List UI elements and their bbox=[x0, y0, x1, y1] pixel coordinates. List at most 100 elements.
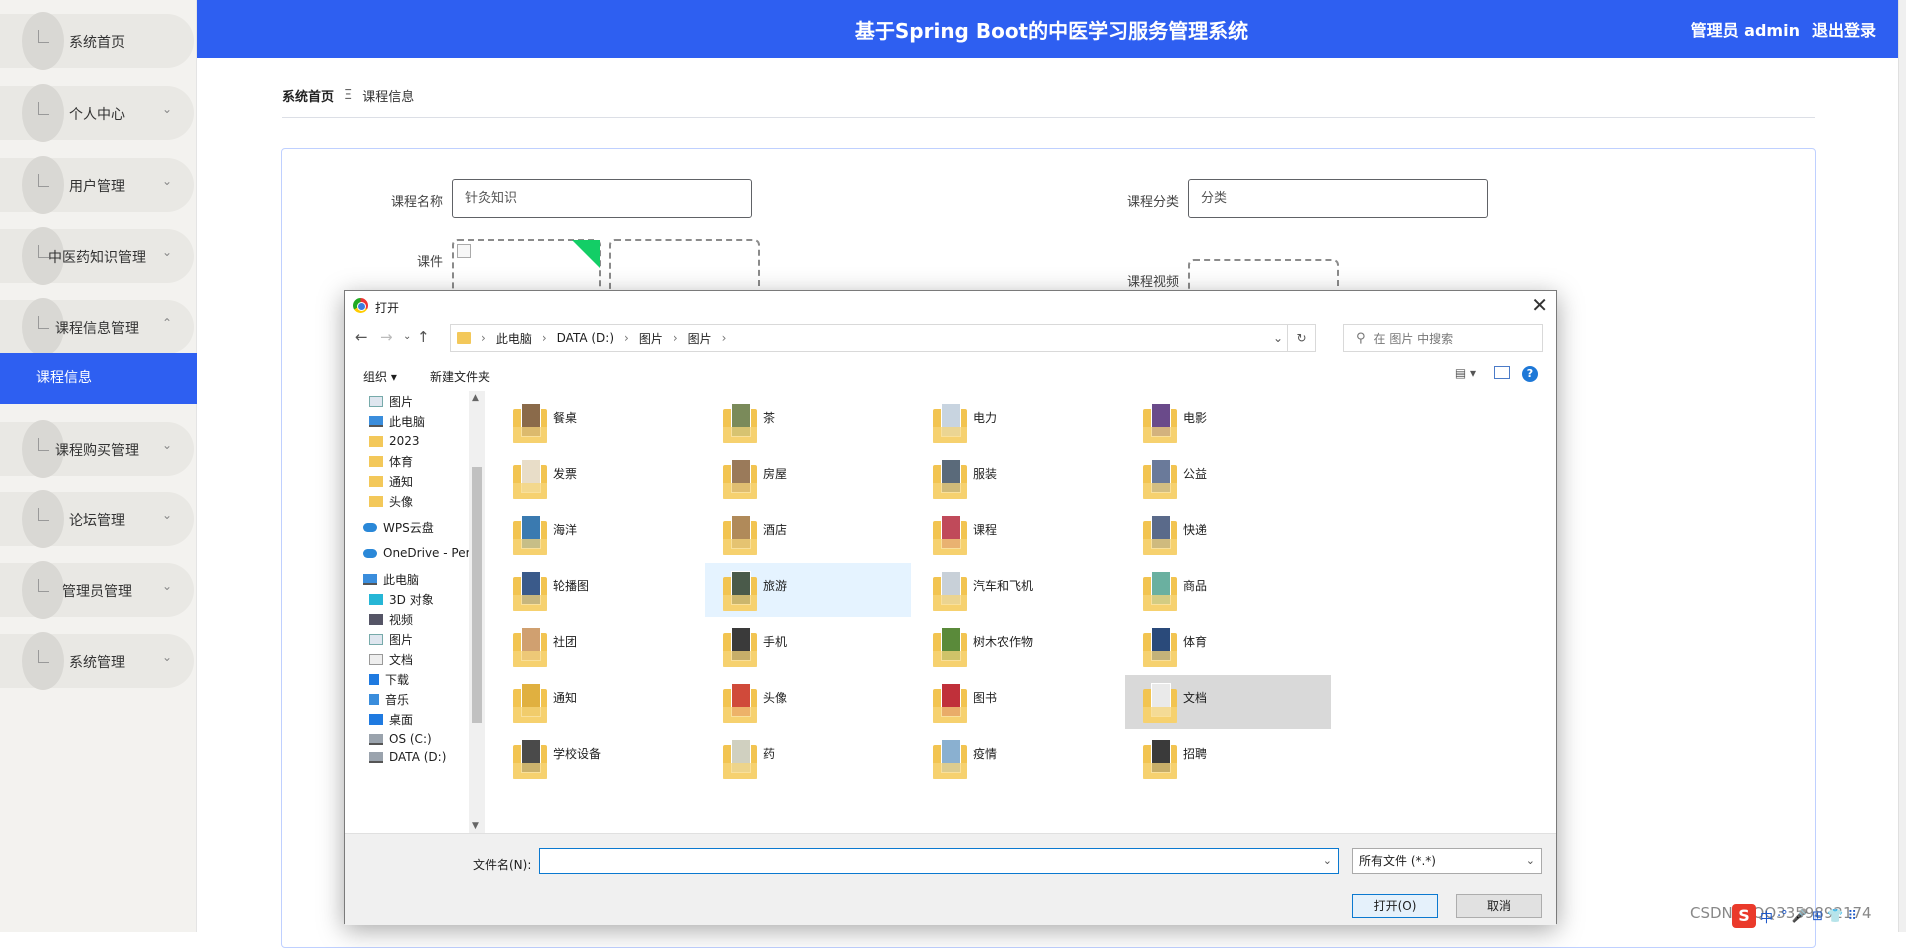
folder-item[interactable]: 药 bbox=[705, 731, 911, 785]
tree-item[interactable]: 下载 bbox=[369, 669, 469, 689]
tree-item[interactable]: 3D 对象 bbox=[369, 589, 469, 609]
folder-item[interactable]: 海洋 bbox=[495, 507, 701, 561]
folder-item[interactable]: 图书 bbox=[915, 675, 1121, 729]
folder-name: 电影 bbox=[1183, 411, 1208, 425]
folder-item[interactable]: 发票 bbox=[495, 451, 701, 505]
tree-item[interactable]: OneDrive - Perso bbox=[363, 543, 469, 563]
sidebar-item-forum[interactable]: 论坛管理 ⌄ bbox=[0, 490, 194, 548]
folder-item[interactable]: 餐桌 bbox=[495, 395, 701, 449]
forward-arrow-icon[interactable]: → bbox=[380, 328, 393, 346]
search-input[interactable]: ⚲ 在 图片 中搜索 bbox=[1343, 324, 1543, 352]
address-bar[interactable]: › 此电脑 › DATA (D:) › 图片 › 图片 › ⌄ ↻ bbox=[450, 324, 1316, 352]
folder-item[interactable]: 招聘 bbox=[1125, 731, 1331, 785]
new-folder-button[interactable]: 新建文件夹 bbox=[430, 368, 490, 385]
breadcrumb-home[interactable]: 系统首页 bbox=[282, 86, 334, 105]
filename-input[interactable]: ⌄ bbox=[539, 848, 1339, 874]
scroll-thumb[interactable] bbox=[472, 467, 482, 723]
sidebar-subitem-course-info[interactable]: 课程信息 bbox=[0, 353, 197, 404]
tree-item[interactable]: 2023 bbox=[369, 431, 469, 451]
tree-item[interactable]: 此电脑📌 bbox=[369, 411, 469, 431]
folder-item[interactable]: 学校设备 bbox=[495, 731, 701, 785]
path-segment[interactable]: 图片 bbox=[639, 330, 663, 347]
tree-item[interactable]: 通知 bbox=[369, 471, 469, 491]
folder-item[interactable]: 汽车和飞机 bbox=[915, 563, 1121, 617]
tree-item[interactable]: WPS云盘 bbox=[363, 517, 469, 537]
tree-item[interactable]: 此电脑 bbox=[363, 569, 469, 589]
folder-item[interactable]: 旅游 bbox=[705, 563, 911, 617]
organize-button[interactable]: 组织 ▾ bbox=[363, 368, 397, 385]
sidebar-item-personal[interactable]: 个人中心 ⌄ bbox=[0, 84, 194, 142]
folder-item[interactable]: 通知 bbox=[495, 675, 701, 729]
folder-item[interactable]: 轮播图 bbox=[495, 563, 701, 617]
course-name-input[interactable]: 针灸知识 bbox=[452, 179, 752, 218]
logout-button[interactable]: 退出登录 bbox=[1812, 17, 1876, 41]
chevron-down-icon[interactable]: ⌄ bbox=[1323, 854, 1332, 867]
folder-item[interactable]: 电影 bbox=[1125, 395, 1331, 449]
tree-scrollbar[interactable]: ▲ ▼ bbox=[469, 391, 485, 833]
folder-item[interactable]: 快递 bbox=[1125, 507, 1331, 561]
folder-item[interactable]: 手机 bbox=[705, 619, 911, 673]
course-category-input[interactable]: 分类 bbox=[1188, 179, 1488, 218]
path-segment[interactable]: 此电脑 bbox=[496, 330, 532, 347]
sidebar-item-system[interactable]: 系统管理 ⌄ bbox=[0, 632, 194, 690]
ime-toolbar-icons[interactable]: ·° 🎤 ⊞ 👕 ⠿ bbox=[1777, 909, 1857, 924]
view-options-icon[interactable]: ▤ ▾ bbox=[1455, 366, 1476, 380]
tree-item[interactable]: DATA (D:) bbox=[369, 747, 469, 767]
search-icon: ⚲ bbox=[1356, 330, 1366, 346]
cancel-button[interactable]: 取消 bbox=[1456, 894, 1542, 918]
recent-locations-icon[interactable]: ⌄ bbox=[403, 331, 411, 342]
folder-item[interactable]: 课程 bbox=[915, 507, 1121, 561]
open-button[interactable]: 打开(O) bbox=[1352, 894, 1438, 918]
sidebar-item-users[interactable]: 用户管理 ⌄ bbox=[0, 156, 194, 214]
up-arrow-icon[interactable]: ↑ bbox=[417, 328, 430, 346]
desk-icon bbox=[369, 713, 383, 725]
scroll-up-icon[interactable]: ▲ bbox=[472, 393, 479, 403]
tree-item[interactable]: 桌面 bbox=[369, 709, 469, 729]
folder-icon bbox=[723, 571, 758, 611]
folder-item[interactable]: 商品 bbox=[1125, 563, 1331, 617]
filetype-select[interactable]: 所有文件 (*.*) ⌄ bbox=[1352, 848, 1542, 874]
preview-pane-icon[interactable] bbox=[1494, 366, 1510, 379]
tree-item[interactable]: 视频 bbox=[369, 609, 469, 629]
sidebar-item-admins[interactable]: 管理员管理 ⌄ bbox=[0, 561, 194, 619]
folder-item[interactable]: 疫情 bbox=[915, 731, 1121, 785]
refresh-icon[interactable]: ↻ bbox=[1287, 325, 1315, 351]
folder-name: 公益 bbox=[1183, 467, 1208, 481]
tree-item[interactable]: 头像 bbox=[369, 491, 469, 511]
sidebar-item-home[interactable]: 系统首页 bbox=[0, 12, 194, 70]
page-scrollbar[interactable] bbox=[1898, 0, 1906, 932]
folder-item[interactable]: 房屋 bbox=[705, 451, 911, 505]
path-segment[interactable]: DATA (D:) bbox=[557, 331, 614, 345]
dialog-titlebar[interactable]: 打开 ✕ bbox=[345, 291, 1556, 321]
folder-item[interactable]: 体育 bbox=[1125, 619, 1331, 673]
ime-language[interactable]: 中 bbox=[1760, 907, 1773, 926]
tree-item[interactable]: 体育 bbox=[369, 451, 469, 471]
sidebar-item-course-info[interactable]: 课程信息管理 ⌃ bbox=[0, 298, 194, 356]
tree-item[interactable]: 音乐 bbox=[369, 689, 469, 709]
tree-item[interactable]: 文档 bbox=[369, 649, 469, 669]
folder-item[interactable]: 电力 bbox=[915, 395, 1121, 449]
back-arrow-icon[interactable]: ← bbox=[355, 328, 368, 346]
tree-item[interactable]: 图片📌 bbox=[369, 391, 469, 411]
folder-item[interactable]: 文档 bbox=[1125, 675, 1331, 729]
chevron-down-icon[interactable]: ⌄ bbox=[1273, 331, 1283, 345]
close-icon[interactable]: ✕ bbox=[1531, 293, 1548, 317]
tree-item[interactable]: 图片 bbox=[369, 629, 469, 649]
folder-item[interactable]: 社团 bbox=[495, 619, 701, 673]
folder-thumbnail bbox=[941, 739, 961, 773]
sogou-logo-icon[interactable]: S bbox=[1732, 904, 1756, 928]
folder-item[interactable]: 头像 bbox=[705, 675, 911, 729]
folder-item[interactable]: 茶 bbox=[705, 395, 911, 449]
folder-item[interactable]: 服装 bbox=[915, 451, 1121, 505]
help-icon[interactable]: ? bbox=[1522, 366, 1538, 382]
sidebar-item-tcm-knowledge[interactable]: 中医药知识管理 ⌄ bbox=[0, 227, 194, 285]
sidebar-item-purchase[interactable]: 课程购买管理 ⌄ bbox=[0, 420, 194, 478]
folder-item[interactable]: 公益 bbox=[1125, 451, 1331, 505]
folder-name: 头像 bbox=[763, 691, 788, 705]
path-segment[interactable]: 图片 bbox=[688, 330, 712, 347]
folder-icon bbox=[457, 332, 471, 344]
tree-item[interactable]: OS (C:) bbox=[369, 729, 469, 749]
scroll-down-icon[interactable]: ▼ bbox=[472, 821, 479, 831]
folder-item[interactable]: 树木农作物 bbox=[915, 619, 1121, 673]
folder-item[interactable]: 酒店 bbox=[705, 507, 911, 561]
